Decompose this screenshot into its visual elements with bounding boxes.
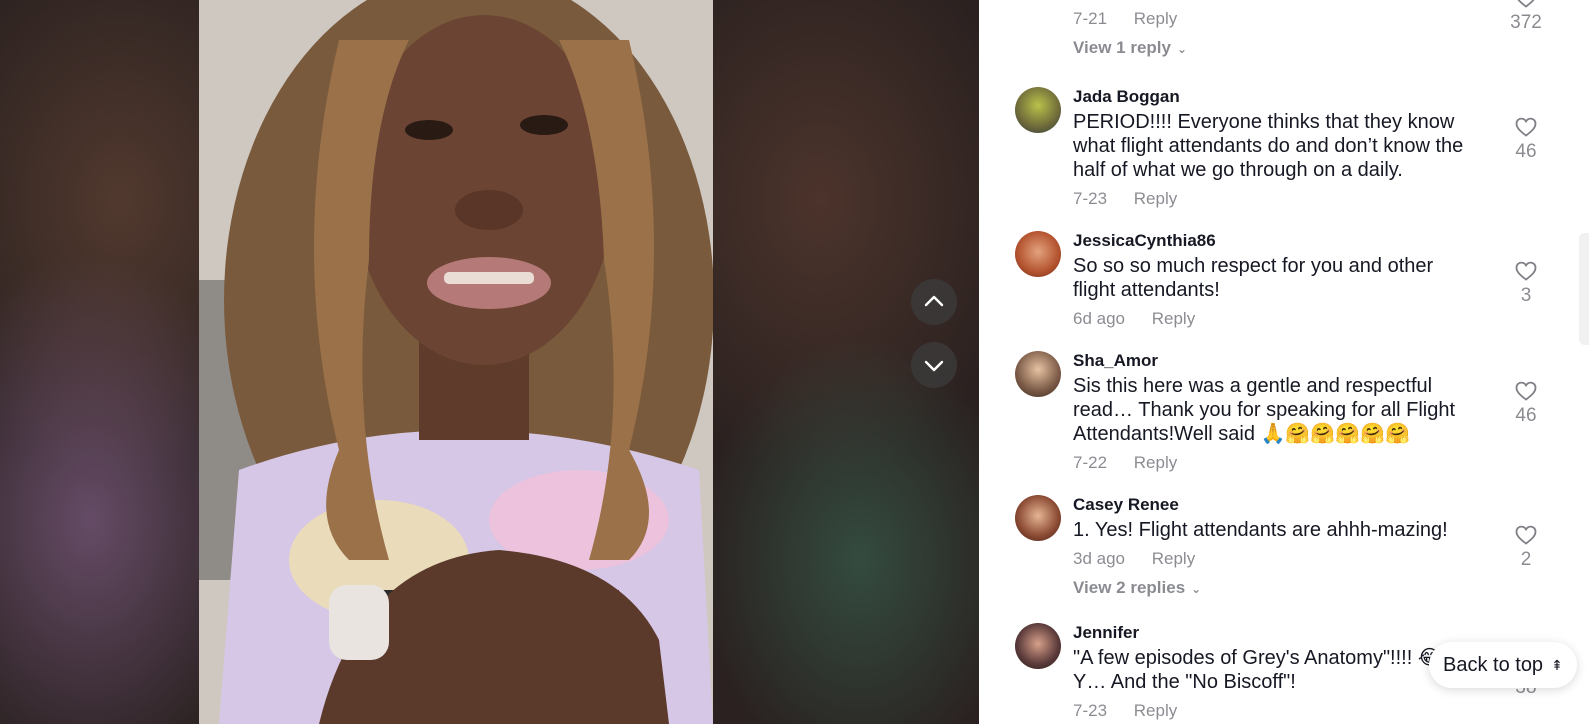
avatar[interactable] xyxy=(1015,495,1061,541)
comment-username[interactable]: Sha_Amor xyxy=(1073,351,1473,371)
like-button[interactable]: 2 xyxy=(1506,523,1546,571)
chevron-down-icon: ⌄ xyxy=(1176,42,1188,56)
comment-text: So so so much respect for you and other … xyxy=(1073,255,1434,301)
heart-outline-icon xyxy=(1517,0,1535,8)
comment-text: Sis this here was a gentle and respectfu… xyxy=(1073,375,1456,445)
avatar[interactable] xyxy=(1015,87,1061,133)
avatar[interactable] xyxy=(1015,231,1061,277)
heart-outline-icon xyxy=(1515,381,1537,401)
comment-text: "A few episodes of Grey's Anatomy"!!!! 😂… xyxy=(1073,647,1442,693)
like-count: 2 xyxy=(1520,549,1532,570)
heart-outline-icon xyxy=(1515,261,1537,281)
comment-date: 7-21 xyxy=(1073,9,1108,28)
avatar[interactable] xyxy=(1015,351,1061,397)
chevron-down-icon xyxy=(924,360,944,372)
scrollbar[interactable] xyxy=(1579,233,1589,345)
like-count: 46 xyxy=(1515,141,1537,162)
like-button[interactable]: 46 xyxy=(1506,115,1546,163)
back-to-top-label: Back to top xyxy=(1443,653,1544,676)
comment-username[interactable]: Jada Boggan xyxy=(1073,87,1473,107)
comments-panel[interactable]: 7-21 Reply View 1 reply ⌄ 372 Jada Boggan… xyxy=(979,0,1589,724)
next-video-button[interactable] xyxy=(911,342,957,388)
comment-date: 3d ago xyxy=(1073,549,1125,568)
view-replies-button[interactable]: View 1 reply ⌄ xyxy=(1073,38,1473,58)
like-button[interactable]: 3 xyxy=(1506,259,1546,307)
comment-date: 6d ago xyxy=(1073,309,1125,328)
chevron-up-icon xyxy=(924,295,944,307)
previous-video-button[interactable] xyxy=(911,279,957,325)
reply-button[interactable]: Reply xyxy=(1152,549,1195,568)
heart-outline-icon xyxy=(1515,117,1537,137)
comment-date: 7-23 xyxy=(1073,701,1108,720)
like-count: 3 xyxy=(1520,285,1532,306)
comment-username[interactable]: JessicaCynthia86 xyxy=(1073,231,1473,251)
video-frame xyxy=(199,0,713,724)
like-count: 372 xyxy=(1510,12,1542,33)
video-player[interactable] xyxy=(0,0,979,724)
comment-username[interactable]: Jennifer xyxy=(1073,623,1473,643)
comment-text: 1. Yes! Flight attendants are ahhh-mazin… xyxy=(1073,519,1448,541)
like-button[interactable]: 372 xyxy=(1506,0,1546,34)
video-still-image xyxy=(199,0,713,724)
comment-date: 7-23 xyxy=(1073,189,1108,208)
like-count: 46 xyxy=(1515,405,1537,426)
view-replies-label: View 2 replies xyxy=(1073,578,1186,597)
reply-button[interactable]: Reply xyxy=(1134,9,1177,28)
chevron-down-icon: ⌄ xyxy=(1191,582,1202,596)
comment-text: PERIOD!!!! Everyone thinks that they kno… xyxy=(1073,111,1464,181)
reply-button[interactable]: Reply xyxy=(1134,701,1177,720)
like-button[interactable]: 46 xyxy=(1506,379,1546,427)
reply-button[interactable]: Reply xyxy=(1134,453,1177,472)
comment-username[interactable]: Casey Renee xyxy=(1073,495,1473,515)
reply-button[interactable]: Reply xyxy=(1152,309,1195,328)
back-to-top-button[interactable]: Back to top ⇞ xyxy=(1429,642,1577,688)
view-replies-button[interactable]: View 2 replies ⌄ xyxy=(1073,578,1473,598)
comment-date: 7-22 xyxy=(1073,453,1108,472)
reply-button[interactable]: Reply xyxy=(1134,189,1177,208)
heart-outline-icon xyxy=(1515,525,1537,545)
double-chevron-up-icon: ⇞ xyxy=(1551,656,1563,673)
avatar[interactable] xyxy=(1015,623,1061,669)
view-replies-label: View 1 reply xyxy=(1073,38,1171,57)
